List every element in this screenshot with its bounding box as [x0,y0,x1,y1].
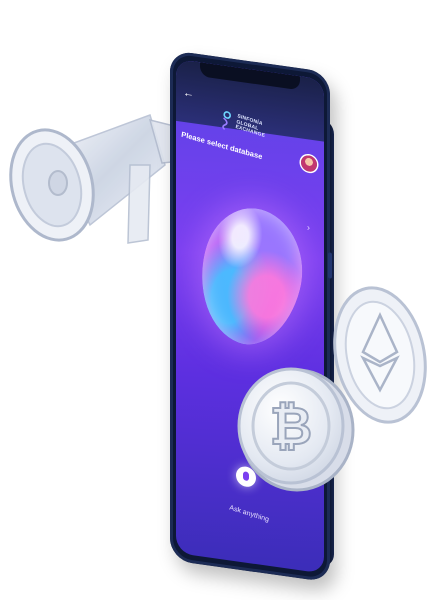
back-arrow-icon[interactable]: ← [183,87,194,101]
avatar[interactable] [301,154,317,173]
holographic-orb-icon [186,193,316,360]
hero-illustration: ← SINFONÍA GLOBAL EXCHANGE Please select… [0,0,435,600]
svg-text:₿: ₿ [270,397,312,457]
ask-input[interactable]: Ask anything [229,504,270,523]
screen-header: ← SINFONÍA GLOBAL EXCHANGE [176,58,324,143]
bitcoin-coin-icon: ₿ [237,367,355,492]
app-logo: SINFONÍA GLOBAL EXCHANGE [219,109,268,143]
phone-button [328,252,332,279]
logo-mark-icon [222,111,232,131]
phone-screen: ← SINFONÍA GLOBAL EXCHANGE Please select… [176,58,324,574]
logo-text: SINFONÍA GLOBAL EXCHANGE [235,113,267,139]
phone-mockup: ← SINFONÍA GLOBAL EXCHANGE Please select… [170,50,332,583]
chevron-right-icon[interactable]: › [307,222,310,232]
phone-notch [200,62,300,91]
